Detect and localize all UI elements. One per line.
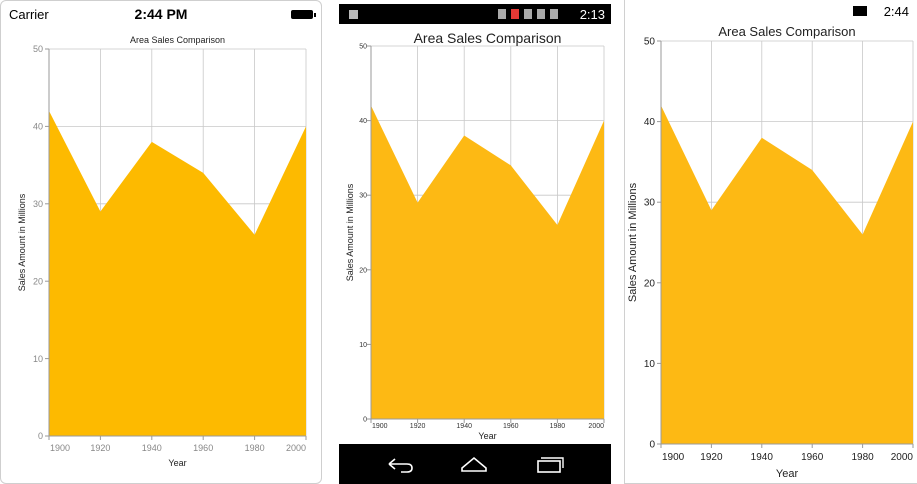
y-tick-label: 20 bbox=[644, 278, 656, 289]
y-tick-label: 0 bbox=[363, 416, 367, 423]
x-tick-label: 1900 bbox=[372, 423, 388, 430]
area-series bbox=[49, 110, 306, 437]
x-tick-label: 1940 bbox=[751, 452, 774, 463]
y-tick-label: 50 bbox=[33, 44, 43, 54]
y-tick-label: 10 bbox=[33, 354, 43, 364]
chart-title: Area Sales Comparison bbox=[414, 30, 562, 46]
x-tick-label: 1940 bbox=[456, 423, 472, 430]
y-tick-label: 40 bbox=[33, 122, 43, 132]
chart-title: Area Sales Comparison bbox=[718, 24, 855, 39]
y-tick-label: 30 bbox=[644, 198, 656, 209]
y-axis-title: Sales Amount in Millions bbox=[345, 183, 355, 281]
x-tick-label: 1960 bbox=[503, 423, 519, 430]
chart-windows: 0 10 20 30 40 50 1900 1920 1940 1960 1980 2000 Area … bbox=[627, 24, 914, 480]
x-tick-label: 1980 bbox=[851, 452, 874, 463]
area-series bbox=[371, 105, 604, 420]
y-tick-label: 30 bbox=[33, 199, 43, 209]
x-axis-title: Year bbox=[168, 458, 186, 468]
chart-android: 0 10 20 30 40 50 1900 1920 1940 1960 1980 2000 Area … bbox=[345, 30, 605, 441]
y-tick-label: 10 bbox=[644, 359, 656, 370]
x-tick-label: 1920 bbox=[700, 452, 723, 463]
charts-layer: 010203040501900 1920 1940 1960 1980 2000Area … bbox=[17, 24, 914, 480]
y-tick-label: 0 bbox=[649, 440, 655, 451]
x-axis-title: Year bbox=[478, 431, 496, 441]
y-tick-label: 20 bbox=[33, 276, 43, 286]
y-axis-title: Sales Amount in Millions bbox=[17, 193, 27, 291]
x-tick-label: 1920 bbox=[90, 443, 110, 453]
x-tick-label: 1920 bbox=[410, 423, 426, 430]
x-tick-label: 1980 bbox=[245, 443, 265, 453]
x-axis-title: Year bbox=[776, 468, 799, 480]
y-tick-label: 0 bbox=[38, 431, 43, 441]
x-tick-label: 1960 bbox=[193, 443, 213, 453]
x-tick-label: 2000 bbox=[588, 423, 604, 430]
x-tick-label: 2000 bbox=[891, 452, 914, 463]
x-tick-label: 1940 bbox=[142, 443, 162, 453]
x-tick-label: 1960 bbox=[801, 452, 824, 463]
y-tick-label: 30 bbox=[359, 193, 367, 200]
y-tick-label: 20 bbox=[359, 267, 367, 274]
y-tick-label: 40 bbox=[644, 117, 656, 128]
chart-title: Area Sales Comparison bbox=[130, 35, 225, 45]
chart-ios: 0 10 20 30 40 50 1900 1920 1940 1960 1980 2000 Area … bbox=[17, 35, 307, 468]
area-series bbox=[661, 105, 913, 444]
y-axis-title: Sales Amount in Millions bbox=[627, 182, 639, 302]
y-tick-label: 10 bbox=[359, 342, 367, 349]
y-tick-label: 50 bbox=[359, 43, 367, 50]
x-tick-label: 1980 bbox=[550, 423, 566, 430]
y-tick-label: 50 bbox=[644, 37, 656, 48]
x-tick-label: 1900 bbox=[662, 452, 685, 463]
x-tick-label: 1900 bbox=[50, 443, 70, 453]
y-tick-label: 40 bbox=[359, 118, 367, 125]
x-tick-label: 2000 bbox=[286, 443, 306, 453]
